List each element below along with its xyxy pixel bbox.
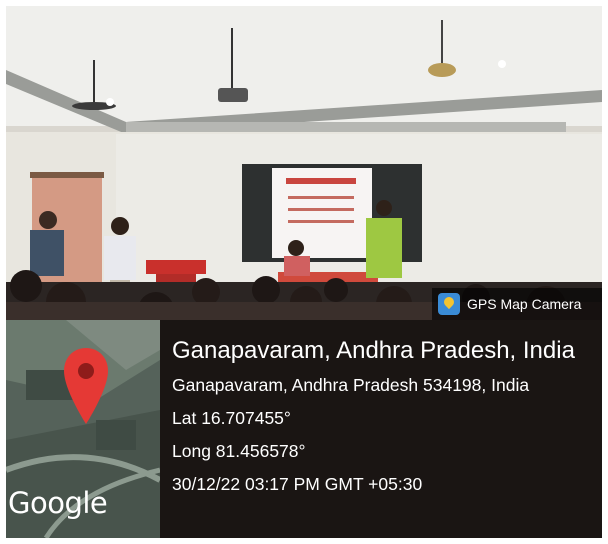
timestamp: 30/12/22 03:17 PM GMT +05:30 xyxy=(172,474,423,494)
gps-map-camera-icon xyxy=(438,293,460,315)
gps-camera-badge: GPS Map Camera xyxy=(432,288,602,320)
latitude: Lat 16.707455° xyxy=(172,408,291,428)
location-overlay: Google Ganapavaram, Andhra Pradesh, Indi… xyxy=(6,320,602,538)
google-logo: Google xyxy=(8,486,108,520)
badge-label: GPS Map Camera xyxy=(467,296,582,312)
location-info: Ganapavaram, Andhra Pradesh, India Ganap… xyxy=(172,336,575,498)
photo-frame: GPS Map Camera Google Ganapavaram, Andhr… xyxy=(6,6,602,538)
location-pin-icon xyxy=(64,348,108,424)
location-address: Ganapavaram, Andhra Pradesh 534198, Indi… xyxy=(172,375,530,395)
location-title: Ganapavaram, Andhra Pradesh, India xyxy=(172,337,575,364)
map-thumbnail: Google xyxy=(6,320,160,538)
longitude: Long 81.456578° xyxy=(172,441,306,461)
